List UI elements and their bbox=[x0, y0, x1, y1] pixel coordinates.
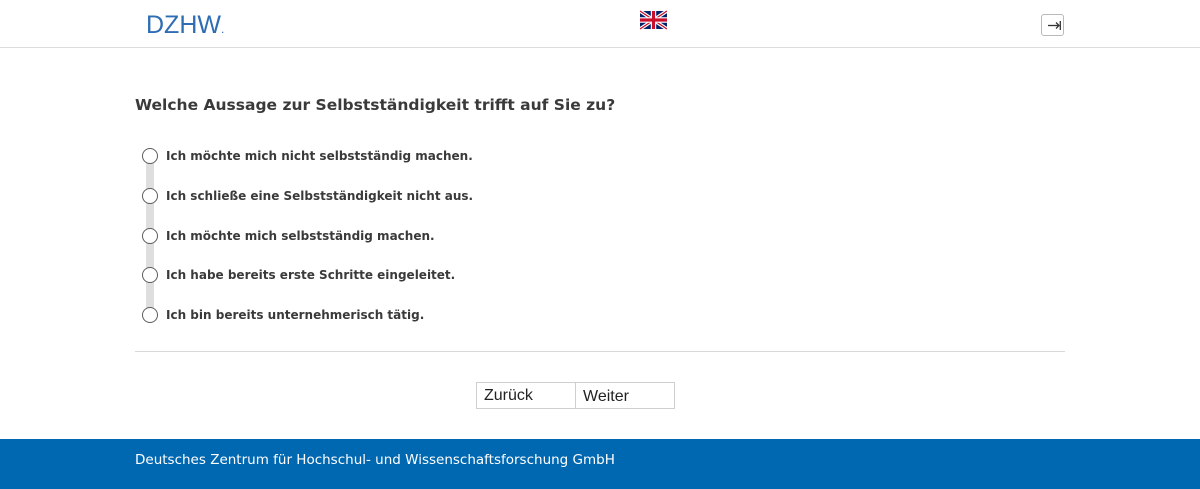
radio-button[interactable] bbox=[142, 228, 158, 244]
option-label: Ich schließe eine Selbstständigkeit nich… bbox=[166, 189, 474, 203]
option-1[interactable]: Ich möchte mich nicht selbstständig mach… bbox=[142, 146, 473, 166]
footer: Deutsches Zentrum für Hochschul- und Wis… bbox=[0, 439, 1200, 489]
next-button[interactable]: Weiter bbox=[576, 383, 674, 408]
option-label: Ich möchte mich nicht selbstständig mach… bbox=[166, 149, 473, 163]
option-4[interactable]: Ich habe bereits erste Schritte eingelei… bbox=[142, 265, 455, 285]
section-divider bbox=[135, 351, 1065, 352]
logout-icon bbox=[1048, 21, 1061, 30]
logo-text: DZHW bbox=[146, 11, 221, 39]
uk-flag-icon[interactable] bbox=[639, 9, 668, 31]
back-button[interactable]: Zurück bbox=[477, 383, 576, 408]
radio-button[interactable] bbox=[142, 267, 158, 283]
header: DZHW. bbox=[0, 0, 1200, 48]
logout-button[interactable] bbox=[1041, 14, 1064, 36]
dzhw-logo[interactable]: DZHW. bbox=[146, 11, 224, 43]
option-label: Ich möchte mich selbstständig machen. bbox=[166, 229, 435, 243]
question-title: Welche Aussage zur Selbstständigkeit tri… bbox=[135, 96, 616, 114]
option-3[interactable]: Ich möchte mich selbstständig machen. bbox=[142, 226, 435, 246]
radio-button[interactable] bbox=[142, 188, 158, 204]
option-5[interactable]: Ich bin bereits unternehmerisch tätig. bbox=[142, 305, 424, 325]
option-2[interactable]: Ich schließe eine Selbstständigkeit nich… bbox=[142, 186, 473, 206]
option-label: Ich bin bereits unternehmerisch tätig. bbox=[166, 308, 425, 322]
radio-button[interactable] bbox=[142, 307, 158, 323]
option-label: Ich habe bereits erste Schritte eingelei… bbox=[166, 268, 456, 282]
radio-button[interactable] bbox=[142, 148, 158, 164]
footer-text: Deutsches Zentrum für Hochschul- und Wis… bbox=[135, 452, 615, 468]
navigation-buttons: Zurück Weiter bbox=[476, 382, 675, 409]
